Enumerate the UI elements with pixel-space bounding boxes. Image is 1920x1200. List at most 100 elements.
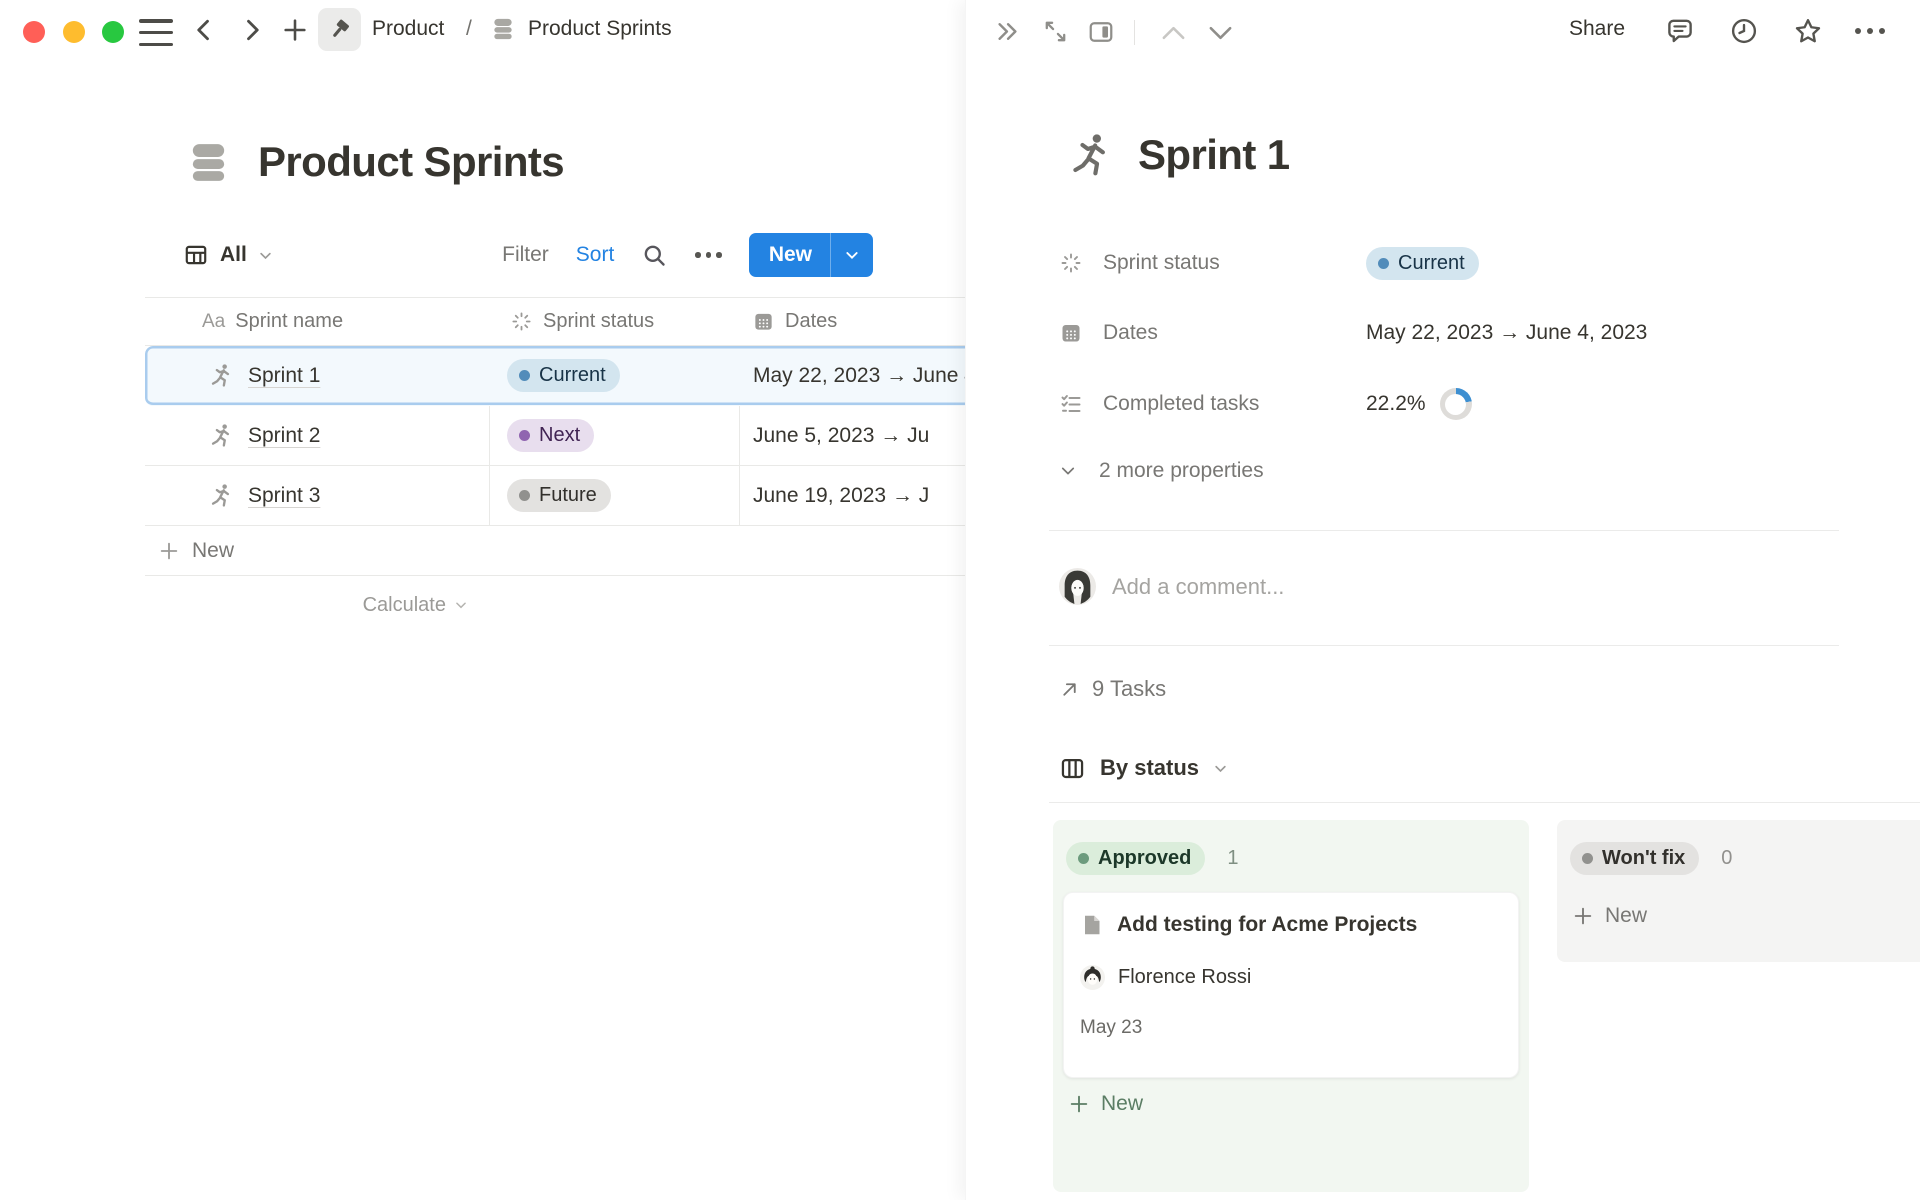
sprints-table: Aa Sprint name Sprint status Dates (145, 297, 965, 634)
search-icon[interactable] (641, 242, 668, 269)
sprint-name-link[interactable]: Sprint 2 (248, 424, 320, 448)
next-record-icon[interactable] (1206, 22, 1235, 44)
previous-record-icon[interactable] (1159, 22, 1188, 44)
task-card-date: May 23 (1080, 1017, 1142, 1039)
back-icon[interactable] (190, 16, 218, 44)
board-view-selector[interactable]: By status (1059, 752, 1228, 784)
share-button[interactable]: Share (1569, 0, 1625, 58)
board-view-label: By status (1100, 755, 1199, 781)
database-title-icon (185, 139, 232, 186)
status-property-icon (1059, 251, 1083, 275)
new-button[interactable]: New (749, 233, 873, 277)
updates-clock-icon[interactable] (1729, 16, 1759, 46)
property-label[interactable]: Completed tasks (1059, 392, 1366, 416)
column-header-sprint-name[interactable]: Aa Sprint name (145, 298, 490, 345)
property-label[interactable]: Sprint status (1059, 251, 1366, 275)
calendar-icon (1059, 321, 1083, 345)
sort-button[interactable]: Sort (576, 243, 615, 267)
table-row-sprint-1[interactable]: Sprint 1 Current May 22, 2023 → June 4, … (145, 346, 965, 406)
board-group-pill-approved[interactable]: Approved (1066, 842, 1205, 875)
assignee-avatar (1080, 965, 1105, 990)
column-header-dates[interactable]: Dates (740, 298, 965, 345)
checklist-icon (1059, 392, 1083, 416)
side-peek-mode-icon[interactable] (1087, 18, 1115, 46)
board-new-card-button[interactable]: New (1572, 904, 1647, 928)
new-button-dropdown[interactable] (831, 233, 873, 277)
status-pill-current[interactable]: Current (1366, 247, 1479, 280)
table-header-row: Aa Sprint name Sprint status Dates (145, 297, 965, 346)
column-header-sprint-status[interactable]: Sprint status (490, 298, 740, 345)
breadcrumb-current-label[interactable]: Product Sprints (528, 0, 672, 58)
plus-icon (1572, 905, 1594, 927)
filter-button[interactable]: Filter (502, 243, 549, 267)
task-card-title[interactable]: Add testing for Acme Projects (1117, 913, 1417, 937)
window-close-button[interactable] (23, 21, 45, 43)
tasks-backlink[interactable]: 9 Tasks (1059, 674, 1166, 704)
dates-cell[interactable]: June 19, 2023 → J (740, 466, 965, 525)
page-title: Product Sprints (258, 138, 564, 186)
property-row-sprint-status: Sprint status Current (1059, 243, 1479, 283)
window-zoom-button[interactable] (102, 21, 124, 43)
main-page-pane: Product / Product Sprints Product Sprint… (0, 0, 965, 1200)
user-avatar (1059, 568, 1096, 605)
property-label[interactable]: Dates (1059, 321, 1366, 345)
board-column-wont-fix: Won't fix 0 New (1557, 820, 1920, 962)
section-divider (1049, 530, 1839, 531)
board-new-card-button[interactable]: New (1068, 1092, 1143, 1116)
board-group-count: 1 (1227, 847, 1238, 870)
more-properties-toggle[interactable]: 2 more properties (1059, 453, 1264, 489)
more-options-icon[interactable] (695, 252, 722, 258)
toolbar-divider (1134, 20, 1135, 45)
plus-icon (1068, 1093, 1090, 1115)
page-icon (1080, 913, 1104, 937)
property-row-completed-tasks: Completed tasks 22.2% (1059, 384, 1472, 424)
plus-icon (158, 540, 180, 562)
favorite-star-icon[interactable] (1793, 16, 1823, 46)
more-options-icon[interactable] (1855, 28, 1885, 34)
status-pill-next[interactable]: Next (507, 419, 594, 452)
breadcrumb-root-page[interactable] (318, 8, 361, 51)
close-side-peek-icon[interactable] (993, 17, 1022, 46)
view-tab-all[interactable]: All (183, 232, 273, 278)
forward-icon[interactable] (238, 16, 266, 44)
status-pill-future[interactable]: Future (507, 479, 611, 512)
runner-icon (208, 482, 235, 509)
calculate-button[interactable]: Calculate (145, 576, 490, 634)
open-full-page-icon[interactable] (1041, 17, 1070, 46)
table-row-sprint-2[interactable]: Sprint 2 Next June 5, 2023 → Ju (145, 406, 965, 466)
board-group-pill-wont-fix[interactable]: Won't fix (1570, 842, 1699, 875)
property-value-dates[interactable]: May 22, 2023 → June 4, 2023 (1366, 321, 1647, 345)
sidebar-menu-icon[interactable] (139, 19, 173, 46)
record-title[interactable]: Sprint 1 (1138, 131, 1290, 179)
dates-cell[interactable]: May 22, 2023 → June 4, 2023 (740, 346, 965, 405)
property-value-status[interactable]: Current (1366, 247, 1479, 280)
status-pill-current[interactable]: Current (507, 359, 620, 392)
runner-icon (208, 362, 235, 389)
window-minimize-button[interactable] (63, 21, 85, 43)
side-peek-panel: Share Sprint 1 Sprint status (965, 0, 1920, 1200)
add-comment-field[interactable]: Add a comment... (1059, 568, 1284, 605)
sprint-name-link[interactable]: Sprint 3 (248, 484, 320, 508)
status-property-icon (510, 310, 533, 333)
new-page-plus-icon[interactable] (281, 16, 309, 44)
property-row-dates: Dates May 22, 2023 → June 4, 2023 (1059, 313, 1647, 353)
property-value-completed[interactable]: 22.2% (1366, 388, 1472, 420)
dates-cell[interactable]: June 5, 2023 → Ju (740, 406, 965, 465)
sprint-page-icon[interactable] (1066, 130, 1116, 180)
runner-icon (208, 422, 235, 449)
task-card[interactable]: Add testing for Acme Projects Florence R… (1063, 892, 1519, 1078)
chevron-down-icon (1213, 761, 1228, 776)
breadcrumb-root-label[interactable]: Product (372, 0, 444, 58)
table-row-sprint-3[interactable]: Sprint 3 Future June 19, 2023 → J (145, 466, 965, 526)
arrow-up-right-icon (1059, 679, 1080, 700)
sprint-name-link[interactable]: Sprint 1 (248, 364, 320, 388)
hammer-icon (326, 16, 353, 43)
comments-icon[interactable] (1665, 16, 1695, 46)
comment-placeholder: Add a comment... (1112, 574, 1284, 600)
new-button-label[interactable]: New (749, 243, 830, 267)
section-divider (1049, 645, 1839, 646)
chevron-down-icon (1059, 462, 1077, 480)
task-card-assignee: Florence Rossi (1118, 966, 1251, 989)
table-new-row-button[interactable]: New (145, 526, 965, 576)
table-view-icon (183, 242, 209, 268)
